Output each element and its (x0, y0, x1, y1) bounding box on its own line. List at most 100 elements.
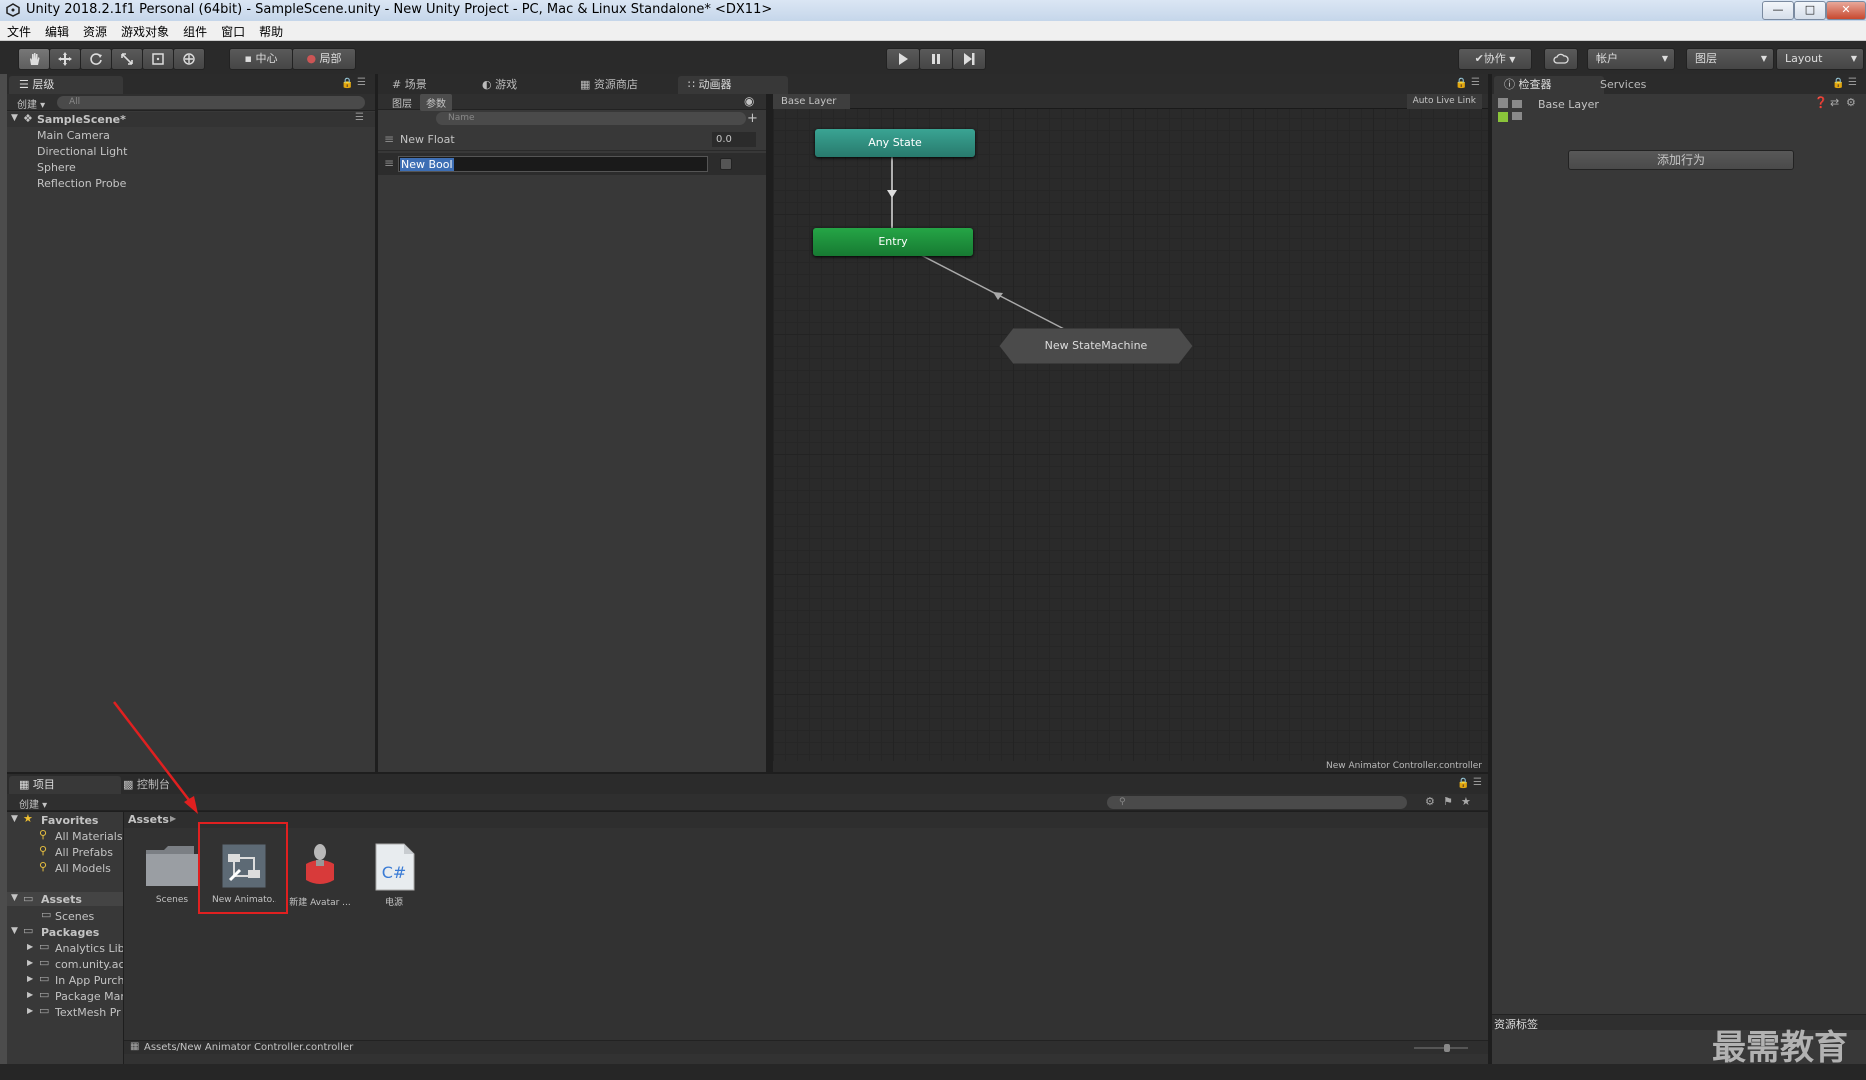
panel-menu-icon[interactable]: ☰ (1473, 777, 1482, 788)
drag-handle-icon[interactable]: ≡ (384, 132, 394, 146)
icon-size-slider[interactable] (1414, 1044, 1468, 1052)
pivot-local-toggle[interactable]: ● 局部 (292, 48, 356, 70)
pause-icon (932, 54, 940, 64)
collapse-arrow-icon[interactable]: ▶ (27, 1006, 33, 1015)
asset-tile[interactable]: Scenes (140, 842, 204, 905)
maximize-button[interactable]: □ (1794, 1, 1826, 20)
tab-hierarchy[interactable]: ☰ 层级 (9, 76, 123, 94)
filter-type-icon[interactable]: ⚙ (1425, 795, 1435, 808)
package-item[interactable]: TextMesh Pr (55, 1006, 123, 1019)
lock-icon[interactable]: 🔒 (1832, 78, 1844, 89)
collapse-arrow-icon[interactable]: ▶ (27, 974, 33, 983)
help-icon[interactable]: ❓ (1814, 96, 1828, 109)
folder-item[interactable]: Scenes (55, 910, 94, 923)
gear-icon[interactable]: ⚙ (1846, 96, 1856, 109)
favorite-item[interactable]: All Models (55, 862, 111, 875)
tab-scene[interactable]: # 场景 (382, 76, 476, 94)
menu-help[interactable]: 帮助 (252, 21, 290, 40)
menu-edit[interactable]: 编辑 (38, 21, 76, 40)
package-item[interactable]: In App Purch (55, 974, 123, 987)
create-dropdown[interactable]: 创建 ▾ (17, 96, 45, 111)
add-parameter-button[interactable]: + (747, 111, 758, 126)
asset-tile[interactable]: C# 电源 (362, 842, 426, 908)
favorites-header[interactable]: Favorites (41, 814, 98, 827)
panel-menu-icon[interactable]: ☰ (1848, 77, 1857, 88)
asset-tile[interactable]: 新建 Avatar ... (288, 842, 352, 908)
scene-menu-icon[interactable]: ☰ (355, 112, 364, 123)
menu-file[interactable]: 文件 (0, 21, 38, 40)
transform-tool-button[interactable] (173, 48, 205, 70)
preset-icon[interactable]: ⇄ (1830, 96, 1839, 109)
expand-arrow-icon[interactable]: ▼ (11, 814, 18, 824)
layers-dropdown[interactable]: 图层 ▼ (1686, 48, 1774, 70)
drag-handle-icon[interactable]: ≡ (384, 156, 394, 170)
panel-menu-icon[interactable]: ☰ (357, 77, 366, 88)
tab-parameters[interactable]: 参数 (420, 94, 452, 111)
minimize-button[interactable]: — (1762, 1, 1794, 20)
params-search-input[interactable]: Name (436, 112, 746, 125)
filter-label-icon[interactable]: ⚑ (1443, 795, 1453, 808)
favorite-item[interactable]: All Prefabs (55, 846, 113, 859)
collapse-arrow-icon[interactable]: ▶ (27, 958, 33, 967)
collapse-arrow-icon[interactable]: ▶ (27, 942, 33, 951)
tab-inspector[interactable]: ⓘ 检查器 (1494, 76, 1604, 94)
eye-icon[interactable]: ◉ (744, 94, 754, 108)
hand-tool-button[interactable] (18, 48, 50, 70)
collab-dropdown[interactable]: ✔协作 ▼ (1458, 48, 1532, 70)
animator-graph[interactable]: Base Layer Auto Live Link Any State Entr… (773, 94, 1488, 761)
packages-header[interactable]: Packages (41, 926, 99, 939)
scene-row[interactable]: ▼ ❖ SampleScene* ☰ (7, 112, 375, 127)
state-entry[interactable]: Entry (813, 228, 973, 256)
step-button[interactable] (952, 48, 986, 70)
menu-component[interactable]: 组件 (176, 21, 214, 40)
assets-folder-row[interactable]: ▼ ▭ Assets (7, 892, 123, 906)
package-item[interactable]: Package Mar (55, 990, 123, 1003)
param-name-edit-field[interactable]: New Bool (398, 156, 708, 172)
hierarchy-item[interactable]: Sphere (37, 161, 76, 174)
tab-asset-store[interactable]: ▦ 资源商店 (570, 76, 680, 94)
scale-tool-button[interactable] (111, 48, 143, 70)
package-item[interactable]: com.unity.ac (55, 958, 123, 971)
param-float-field[interactable]: 0.0 (712, 132, 756, 147)
account-dropdown[interactable]: 帐户 ▼ (1587, 48, 1675, 70)
pause-button[interactable] (919, 48, 953, 70)
menu-assets[interactable]: 资源 (76, 21, 114, 40)
menu-window[interactable]: 窗口 (214, 21, 252, 40)
layout-dropdown[interactable]: Layout ▼ (1776, 48, 1864, 70)
project-create-dropdown[interactable]: 创建 ▾ (19, 796, 47, 811)
project-search-input[interactable]: ⚲ (1107, 796, 1407, 809)
param-row[interactable]: ≡ New Bool (378, 153, 766, 175)
hierarchy-item[interactable]: Directional Light (37, 145, 127, 158)
rect-tool-button[interactable] (142, 48, 174, 70)
play-button[interactable] (886, 48, 920, 70)
lock-icon[interactable]: 🔒 (1455, 78, 1467, 89)
package-item[interactable]: Analytics Lib (55, 942, 123, 955)
expand-arrow-icon[interactable]: ▼ (11, 926, 18, 936)
hierarchy-item[interactable]: Reflection Probe (37, 177, 126, 190)
favorite-item[interactable]: All Materials (55, 830, 123, 843)
slider-thumb[interactable] (1444, 1044, 1450, 1052)
move-tool-button[interactable] (49, 48, 81, 70)
add-behaviour-button[interactable]: 添加行为 (1568, 150, 1794, 170)
menu-gameobject[interactable]: 游戏对象 (114, 21, 176, 40)
state-any-state[interactable]: Any State (815, 129, 975, 157)
favorite-star-icon[interactable]: ★ (1461, 795, 1471, 808)
hierarchy-item[interactable]: Main Camera (37, 129, 110, 142)
tab-services[interactable]: Services (1590, 76, 1680, 94)
expand-arrow-icon[interactable]: ▼ (11, 113, 18, 123)
cloud-button[interactable] (1544, 48, 1578, 70)
panel-menu-icon[interactable]: ☰ (1471, 77, 1480, 88)
param-bool-checkbox[interactable] (720, 158, 732, 170)
lock-icon[interactable]: 🔒 (1457, 778, 1469, 789)
hierarchy-search-input[interactable]: All (57, 96, 365, 109)
pivot-center-toggle[interactable]: ▪ 中心 (229, 48, 293, 70)
param-row[interactable]: ≡ New Float 0.0 (378, 129, 766, 151)
lock-icon[interactable]: 🔒 (341, 78, 353, 89)
close-button[interactable]: ✕ (1826, 1, 1866, 20)
expand-arrow-icon[interactable]: ▼ (11, 893, 18, 903)
tab-layers[interactable]: 图层 (388, 95, 416, 110)
tab-game[interactable]: ◐ 游戏 (472, 76, 566, 94)
collapse-arrow-icon[interactable]: ▶ (27, 990, 33, 999)
rotate-tool-button[interactable] (80, 48, 112, 70)
tab-animator[interactable]: ∷ 动画器 (678, 76, 788, 94)
